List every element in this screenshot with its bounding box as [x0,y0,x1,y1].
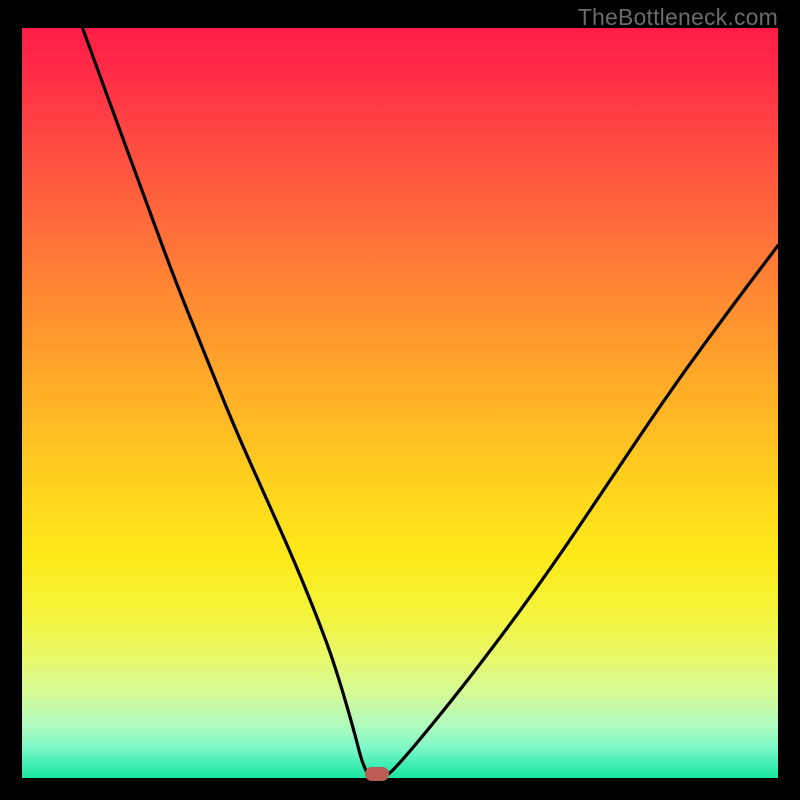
curve-svg [22,28,778,778]
chart-container: TheBottleneck.com [0,0,800,800]
watermark-text: TheBottleneck.com [578,4,778,31]
bottleneck-curve [83,28,779,778]
optimal-point-marker [365,767,389,781]
plot-area [22,28,778,778]
